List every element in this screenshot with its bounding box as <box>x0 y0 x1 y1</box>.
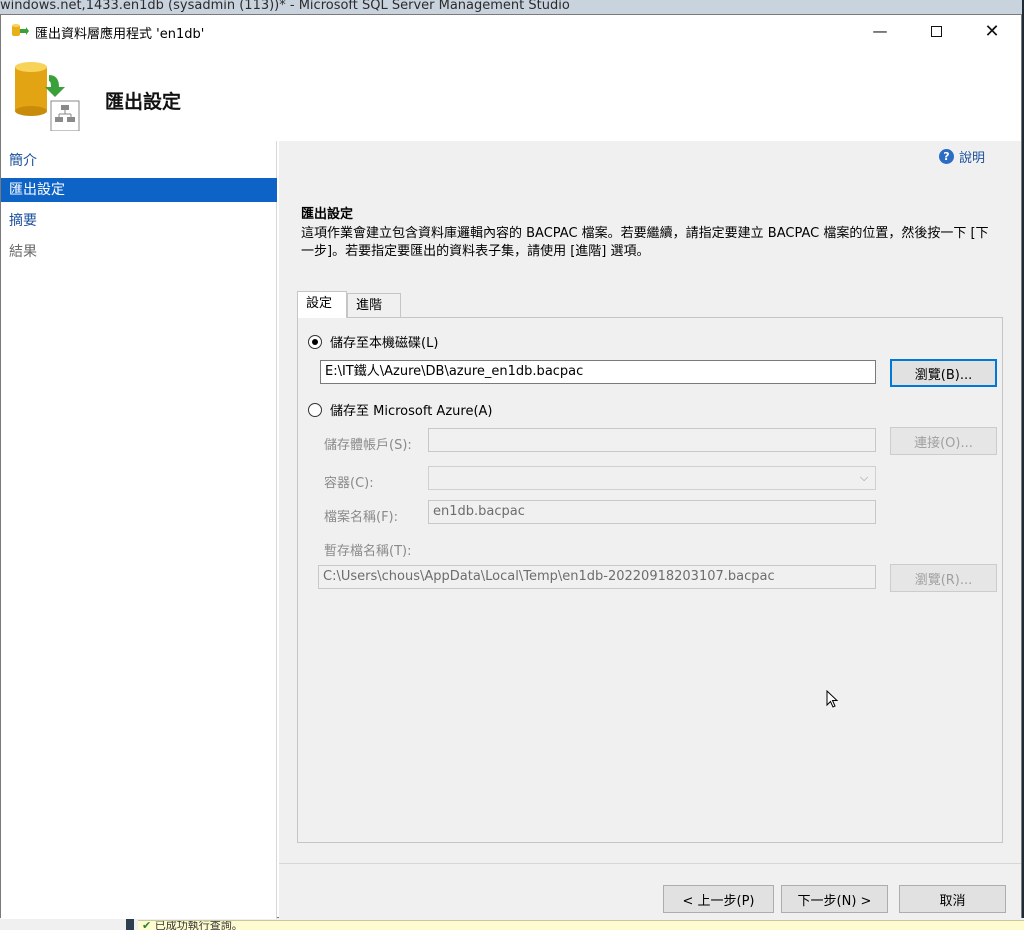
dialog-header: 匯出設定 <box>1 47 1021 141</box>
page-heading: 匯出設定 <box>105 91 182 113</box>
save-azure-radio[interactable] <box>308 402 322 417</box>
status-check-icon: ✔ <box>142 920 152 930</box>
temp-filename-label: 暫存檔名稱(T): <box>324 544 412 559</box>
storage-account-input <box>428 428 876 452</box>
content-panel: ? 說明 匯出設定 這項作業會建立包含資料庫邏輯內容的 BACPAC 檔案。若要… <box>279 141 1021 919</box>
close-button[interactable]: ✕ <box>963 15 1021 47</box>
chevron-down-icon: ⌵ <box>859 471 869 484</box>
sidebar-item-results: 結果 <box>9 244 37 260</box>
export-dialog: 匯出資料層應用程式 'en1db' — ✕ 匯出設定 簡介 匯出設定 摘要 結果 <box>0 14 1022 919</box>
section-description: 這項作業會建立包含資料庫邏輯內容的 BACPAC 檔案。若要繼續，請指定要建立 … <box>301 226 989 259</box>
minimize-icon: — <box>872 22 888 40</box>
help-link[interactable]: ? 說明 <box>939 147 985 166</box>
cancel-button[interactable]: 取消 <box>899 885 1006 913</box>
ssms-window-title: windows.net,1433.en1db (sysadmin (113))*… <box>0 0 1024 14</box>
sidebar-item-summary[interactable]: 摘要 <box>1 209 277 233</box>
ssms-editor-margin <box>126 918 134 930</box>
save-local-radio[interactable] <box>308 334 322 349</box>
close-icon: ✕ <box>984 20 1000 42</box>
browse-temp-button: 瀏覽(R)... <box>890 564 997 592</box>
storage-account-label: 儲存體帳戶(S): <box>324 438 412 453</box>
tab-settings[interactable]: 設定 <box>297 291 347 318</box>
section-title: 匯出設定 <box>301 207 354 222</box>
database-export-icon <box>15 62 80 131</box>
dacpac-app-icon <box>12 24 29 36</box>
save-local-label: 儲存至本機磁碟(L) <box>330 336 439 351</box>
dialog-title: 匯出資料層應用程式 'en1db' <box>35 27 205 42</box>
container-select: ⌵ <box>428 466 876 490</box>
mouse-pointer-icon <box>826 690 839 708</box>
settings-tab-panel: 儲存至本機磁碟(L) E:\IT鐵人\Azure\DB\azure_en1db.… <box>297 317 1003 843</box>
connect-button: 連接(O)... <box>890 427 997 455</box>
ssms-status-area: ✔ 已成功執行查詢。 <box>0 918 1024 930</box>
temp-filename-input: C:\Users\chous\AppData\Local\Temp\en1db-… <box>318 565 876 589</box>
wizard-steps-sidebar: 簡介 匯出設定 摘要 結果 <box>1 141 277 919</box>
tab-advanced[interactable]: 進階 <box>347 293 401 319</box>
sidebar-item-export-settings[interactable]: 匯出設定 <box>1 178 277 202</box>
help-icon: ? <box>939 149 954 164</box>
filename-label: 檔案名稱(F): <box>324 510 399 525</box>
dialog-titlebar[interactable]: 匯出資料層應用程式 'en1db' — ✕ <box>1 15 1021 47</box>
maximize-icon <box>930 25 942 37</box>
save-azure-option[interactable]: 儲存至 Microsoft Azure(A) <box>308 400 492 419</box>
footer-divider <box>279 863 1021 864</box>
maximize-button[interactable] <box>907 15 965 47</box>
save-local-option[interactable]: 儲存至本機磁碟(L) <box>308 332 438 351</box>
minimize-button[interactable]: — <box>851 15 909 47</box>
browse-local-button[interactable]: 瀏覽(B)... <box>890 359 997 387</box>
sidebar-item-intro[interactable]: 簡介 <box>1 149 277 173</box>
previous-button[interactable]: < 上一步(P) <box>663 885 774 913</box>
container-label: 容器(C): <box>324 476 374 491</box>
next-button[interactable]: 下一步(N) > <box>781 885 888 913</box>
filename-input: en1db.bacpac <box>428 500 876 524</box>
local-path-input[interactable]: E:\IT鐵人\Azure\DB\azure_en1db.bacpac <box>320 360 876 384</box>
help-label: 說明 <box>959 151 986 166</box>
ssms-status-bar: ✔ 已成功執行查詢。 <box>138 920 1024 930</box>
save-azure-label: 儲存至 Microsoft Azure(A) <box>330 404 493 419</box>
ssms-status-text: 已成功執行查詢。 <box>154 920 243 930</box>
